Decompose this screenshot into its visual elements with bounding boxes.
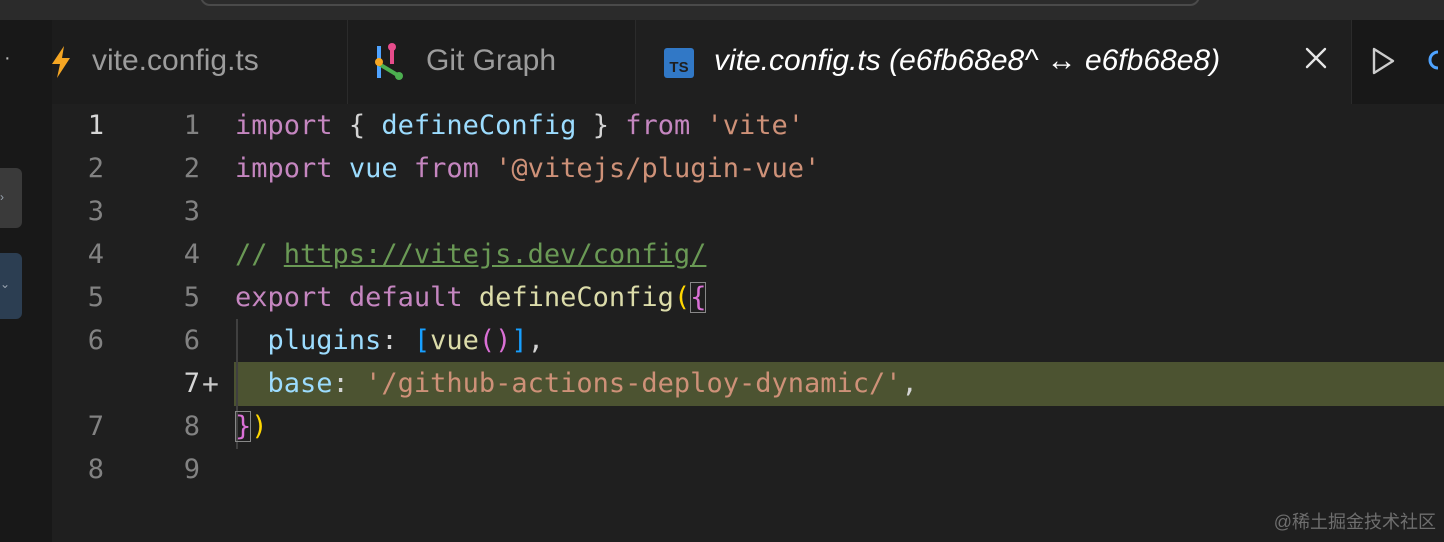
line-number-original: 2 [87, 153, 104, 184]
code-line: 8 9 [52, 448, 1444, 491]
activity-button[interactable]: › [0, 168, 22, 228]
tab-git-graph[interactable]: Git Graph [348, 20, 636, 104]
line-number-original: 7 [87, 411, 104, 442]
line-number-original: 4 [87, 239, 104, 270]
tab-label: Git Graph [426, 44, 557, 77]
code-comment: // https://vitejs.dev/config/ [235, 239, 707, 270]
editor-tab-bar: vite.config.ts Git Graph TS vite.config.… [52, 20, 1444, 104]
compare-icon[interactable] [1428, 48, 1444, 78]
more-dot-icon[interactable]: · [4, 48, 11, 68]
tab-vite-config[interactable]: vite.config.ts [52, 20, 348, 104]
tab-vite-config-diff[interactable]: TS vite.config.ts (e6fb68e8^ ↔ e6fb68e8) [636, 20, 1352, 104]
line-number-modified: 3 [183, 196, 200, 227]
lightning-icon [52, 46, 70, 78]
code-text: }) [235, 411, 268, 442]
typescript-icon: TS [664, 48, 694, 78]
line-number-modified: 9 [183, 454, 200, 485]
code-text: import { defineConfig } from 'vite' [235, 110, 805, 141]
code-line: 4 4 // https://vitejs.dev/config/ [52, 233, 1444, 276]
code-line: 6 6 plugins: [vue()], [52, 319, 1444, 362]
svg-text:TS: TS [669, 59, 688, 76]
code-text: base: '/github-actions-deploy-dynamic/', [267, 368, 918, 399]
tab-label: vite.config.ts [92, 44, 259, 77]
chevron-down-icon: ⌄ [0, 277, 11, 291]
line-number-modified: 5 [183, 282, 200, 313]
close-icon[interactable] [1304, 46, 1328, 70]
run-icon[interactable] [1370, 46, 1396, 76]
line-number-original: 8 [87, 454, 104, 485]
code-line: 2 2 import vue from '@vitejs/plugin-vue' [52, 147, 1444, 190]
code-text: import vue from '@vitejs/plugin-vue' [235, 153, 821, 184]
line-number-original: 6 [87, 325, 104, 356]
code-text: export default defineConfig({ [235, 282, 707, 313]
line-number-original: 5 [87, 282, 104, 313]
watermark: @稀土掘金技术社区 [1273, 512, 1436, 532]
line-number-original: 3 [87, 196, 104, 227]
code-line: 1 1 import { defineConfig } from 'vite' [52, 104, 1444, 147]
command-center-box[interactable] [200, 0, 1200, 6]
code-text: plugins: [vue()], [267, 325, 544, 356]
comment-link[interactable]: https://vitejs.dev/config/ [284, 239, 707, 270]
window-title-strip [0, 0, 1444, 20]
line-number-modified: 2 [183, 153, 200, 184]
tab-label: vite.config.ts (e6fb68e8^ ↔ e6fb68e8) [714, 44, 1221, 77]
line-number-modified: 7 [183, 368, 200, 399]
line-number-modified: 8 [183, 411, 200, 442]
chevron-right-icon: › [0, 190, 4, 204]
activity-bar: · › ⌄ [0, 20, 52, 542]
code-line: 7 8 }) [52, 405, 1444, 448]
added-line-marker: + [202, 367, 219, 400]
code-line: 3 3 [52, 190, 1444, 233]
code-line: 5 5 export default defineConfig({ [52, 276, 1444, 319]
code-line-added: 7 + base: '/github-actions-deploy-dynami… [52, 362, 1444, 405]
line-number-modified: 6 [183, 325, 200, 356]
activity-button-active[interactable]: ⌄ [0, 253, 22, 319]
line-number-original: 1 [87, 110, 104, 141]
git-graph-icon [375, 43, 403, 80]
line-number-modified: 1 [183, 110, 200, 141]
diff-editor[interactable]: 1 1 import { defineConfig } from 'vite' … [52, 104, 1444, 542]
line-number-modified: 4 [183, 239, 200, 270]
